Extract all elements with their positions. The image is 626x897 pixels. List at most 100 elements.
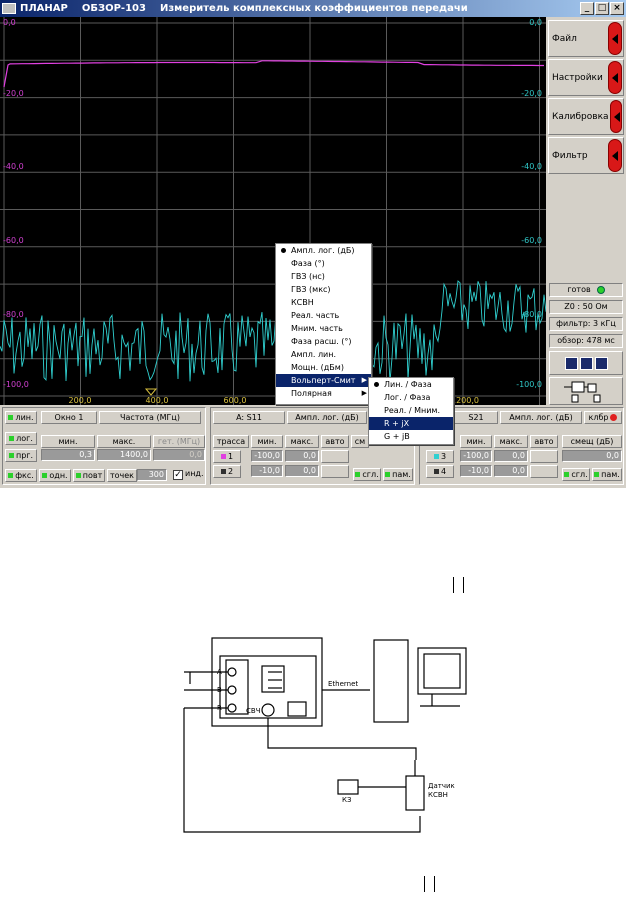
offset-field-b[interactable]: 0,0: [562, 450, 622, 462]
menu-item[interactable]: КСВН: [276, 296, 371, 309]
sensor-label-1: Датчик: [428, 782, 455, 790]
submenu-item[interactable]: Лин. / Фаза: [369, 378, 453, 391]
channel-b-format[interactable]: Ампл. лог. (дБ): [500, 411, 582, 424]
menu-item[interactable]: Реал. часть: [276, 309, 371, 322]
trace-4-button[interactable]: 4: [426, 465, 454, 478]
memory-label-a: пам.: [392, 470, 411, 479]
log-label: лог.: [16, 434, 33, 443]
right-panel: Файл Настройки Калибровка Фильтр готов Z…: [546, 17, 626, 405]
memory-label-b: пам.: [601, 470, 620, 479]
power-switch: [287, 701, 307, 717]
trace-4-max-field[interactable]: 0,0: [494, 465, 528, 477]
right-axis-tick: -60,0: [521, 236, 542, 245]
trace-3-button[interactable]: 3: [426, 450, 454, 463]
submenu-item[interactable]: Реал. / Мним.: [369, 404, 453, 417]
filter-menu-button[interactable]: Фильтр: [548, 137, 624, 174]
submenu-item[interactable]: R + jX: [369, 417, 453, 430]
maximize-button[interactable]: □: [595, 2, 609, 15]
prg-label: прг.: [15, 451, 34, 460]
min-header-b: мин.: [460, 435, 492, 448]
kz-label: КЗ: [342, 796, 352, 804]
trace-2-button[interactable]: 2: [213, 465, 241, 478]
fixed-button[interactable]: фкс.: [5, 469, 37, 482]
title-bar: ПЛАНАР ОБЗОР-103 Измеритель комплексных …: [0, 0, 626, 17]
layout-2x2-icon[interactable]: [564, 356, 578, 370]
channel-a-label[interactable]: A: S11: [213, 411, 285, 424]
application-window: ПЛАНАР ОБЗОР-103 Измеритель комплексных …: [0, 0, 626, 488]
log-button[interactable]: лог.: [5, 432, 37, 445]
trace-2-max-field[interactable]: 0,0: [285, 465, 319, 477]
menu-item[interactable]: Фаза (°): [276, 257, 371, 270]
file-menu-button[interactable]: Файл: [548, 20, 624, 57]
layout-split-icon[interactable]: [579, 356, 593, 370]
trace-3-max-field[interactable]: 0,0: [494, 450, 528, 462]
trace-2-auto-button[interactable]: [321, 465, 349, 478]
points-field[interactable]: 300: [137, 469, 167, 481]
model-name: ОБЗОР-103: [81, 3, 146, 14]
submenu-item-label: Реал. / Мним.: [384, 406, 440, 415]
channel-a-format[interactable]: Ампл. лог. (дБ): [287, 411, 367, 424]
memory-button-b[interactable]: пам.: [592, 468, 622, 481]
trace-1-min-field[interactable]: -100,0: [251, 450, 283, 462]
calibration-menu-button[interactable]: Калибровка: [548, 98, 624, 135]
smooth-label-a: сгл.: [362, 470, 379, 479]
sweep-time-readout: обзор: 478 мс: [549, 334, 623, 348]
layout-quad-icon[interactable]: [594, 356, 608, 370]
connection-diagram-button[interactable]: [549, 377, 623, 405]
plot-area[interactable]: 0,0 -20,0 -40,0 -60,0 -80,0 -100,0 0,0 -20,0 -40…: [0, 17, 547, 405]
settings-menu-button[interactable]: Настройки: [548, 59, 624, 96]
smooth-button-b[interactable]: сгл.: [562, 468, 590, 481]
channel-b-label[interactable]: S21: [454, 411, 498, 424]
impedance-readout: Z0 : 50 Ом: [549, 300, 623, 314]
menu-item[interactable]: Мним. часть: [276, 322, 371, 335]
prg-button[interactable]: прг.: [5, 449, 37, 462]
menu-item[interactable]: ГВЗ (нс): [276, 270, 371, 283]
trace-2-min-field[interactable]: -10,0: [251, 465, 283, 477]
plot-svg: 0,0 -20,0 -40,0 -60,0 -80,0 -100,0 0,0 -20,0 -40…: [0, 17, 547, 405]
trace-3-auto-button[interactable]: [530, 450, 558, 463]
single-sweep-button[interactable]: одн.: [39, 469, 71, 482]
trace-4-min-field[interactable]: -10,0: [460, 465, 492, 477]
menu-item[interactable]: ГВЗ (мкс): [276, 283, 371, 296]
menu-item[interactable]: Фаза расш. (°): [276, 335, 371, 348]
close-button[interactable]: ×: [610, 2, 624, 15]
submenu-item-label: Лог. / Фаза: [384, 393, 431, 402]
filter-readout: фильтр: 3 кГц: [549, 317, 623, 331]
left-axis-tick: -60,0: [3, 236, 24, 245]
trace-1-max-field[interactable]: 0,0: [285, 450, 319, 462]
monitor: [417, 647, 467, 695]
ethernet-label: Ethernet: [328, 680, 358, 688]
trace-1-button[interactable]: 1: [213, 450, 241, 463]
trace-1-auto-button[interactable]: [321, 450, 349, 463]
freq-max-field[interactable]: 1400,0: [97, 449, 151, 461]
calibration-indicator[interactable]: клбр: [584, 411, 622, 424]
menu-item[interactable]: Мощн. (дБм): [276, 361, 371, 374]
memory-button-a[interactable]: пам.: [383, 468, 413, 481]
menu-item[interactable]: Вольперт-Смит ▶: [276, 374, 371, 387]
right-axis-tick: -40,0: [521, 162, 542, 171]
selected-dot-icon: [281, 248, 286, 253]
menu-item[interactable]: Ампл. лог. (дБ): [276, 244, 371, 257]
app-name: ПЛАНАР: [20, 3, 68, 14]
settings-label: Настройки: [552, 72, 603, 83]
indicator-checkbox[interactable]: ✓: [173, 470, 183, 480]
repeat-sweep-button[interactable]: повт: [73, 469, 105, 482]
trace-4-auto-button[interactable]: [530, 465, 558, 478]
freq-min-field[interactable]: 0,3: [41, 449, 95, 461]
minimize-button[interactable]: _: [580, 2, 594, 15]
trace-3-min-field[interactable]: -100,0: [460, 450, 492, 462]
menu-item-label: Ампл. лин.: [291, 350, 337, 359]
format-context-menu: Ампл. лог. (дБ) Фаза (°) ГВЗ (нс) ГВЗ (мкс)…: [275, 243, 372, 405]
menu-item[interactable]: Полярная ▶: [276, 387, 371, 400]
smooth-button-a[interactable]: сгл.: [353, 468, 381, 481]
submenu-item-label: R + jX: [384, 419, 410, 428]
port-b-icon: [227, 685, 237, 695]
submenu-item[interactable]: Лог. / Фаза: [369, 391, 453, 404]
submenu-item[interactable]: G + jB: [369, 430, 453, 443]
submenu-item-label: Лин. / Фаза: [384, 380, 432, 389]
menu-item[interactable]: Ампл. лин.: [276, 348, 371, 361]
lin-button[interactable]: лин.: [5, 411, 37, 424]
min-header: мин.: [41, 435, 95, 448]
window-selector[interactable]: Окно 1: [41, 411, 97, 424]
connection-diagram: A B R СВЧ Ethernet КЗ Датчик КСВН: [183, 637, 467, 833]
